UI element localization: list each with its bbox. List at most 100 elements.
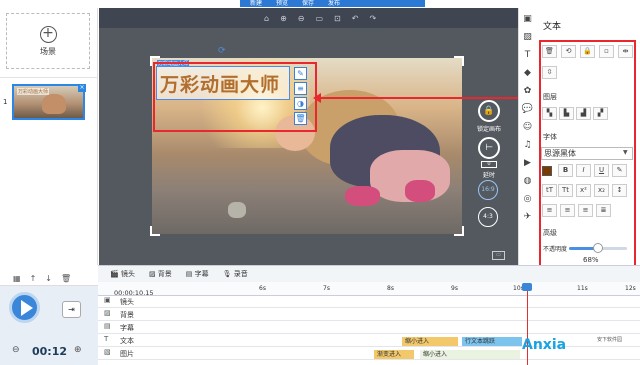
- undo-icon[interactable]: ↶: [352, 14, 359, 23]
- girl-shoe: [405, 180, 435, 202]
- play-icon: [21, 300, 33, 316]
- move-down-icon[interactable]: ↓: [45, 274, 52, 283]
- align-right-icon[interactable]: ≡: [578, 204, 593, 217]
- text-color-swatch[interactable]: [542, 166, 552, 176]
- delete-scene-icon[interactable]: 🗑: [61, 274, 71, 283]
- font-size-down-icon[interactable]: Tt: [558, 184, 573, 197]
- timeline-ruler[interactable]: [98, 282, 640, 296]
- animation-icon[interactable]: ◑: [294, 97, 307, 110]
- new-button[interactable]: 新建: [250, 0, 262, 7]
- video-icon[interactable]: ▶: [524, 158, 531, 169]
- plus-icon: +: [39, 25, 57, 43]
- tab-subtitle[interactable]: ▤ 字幕: [186, 269, 209, 279]
- align-center-icon[interactable]: ≡: [560, 204, 575, 217]
- font-select[interactable]: 思源黑体: [541, 147, 633, 160]
- delay-icon[interactable]: ⊢: [478, 137, 500, 159]
- screen-icon[interactable]: ▭: [492, 251, 505, 260]
- superscript-icon[interactable]: x²: [576, 184, 591, 197]
- send-back-icon[interactable]: ▞: [593, 107, 608, 120]
- canvas-corner: [454, 56, 464, 66]
- tab-recording[interactable]: 🎙 录音: [223, 269, 248, 279]
- ratio-4-3-button[interactable]: 4:3: [478, 207, 498, 227]
- align-icon[interactable]: ≡: [294, 82, 307, 95]
- playhead-handle[interactable]: [522, 283, 532, 291]
- ruler-tick: 8s: [387, 285, 394, 292]
- top-toolbar: 新建 预览 保存 发布: [240, 0, 425, 7]
- copy-scene-icon[interactable]: ▦: [13, 274, 21, 283]
- bubble-icon[interactable]: 💬: [522, 104, 533, 115]
- align-justify-icon[interactable]: ≣: [596, 204, 611, 217]
- animation-bar[interactable]: 行文本跳跃: [462, 337, 522, 346]
- save-button[interactable]: 保存: [302, 0, 314, 7]
- edit-icon[interactable]: ✎: [294, 67, 307, 80]
- lock-icon[interactable]: 🔒: [478, 100, 500, 122]
- bring-forward-icon[interactable]: ▙: [559, 107, 574, 120]
- export-icon[interactable]: ⇥: [62, 301, 81, 318]
- bold-icon[interactable]: B: [558, 164, 573, 177]
- publish-button[interactable]: 发布: [328, 0, 340, 7]
- animation-bar[interactable]: 缩小进入: [420, 350, 520, 359]
- image-icon[interactable]: ▨: [523, 32, 532, 43]
- animation-bar[interactable]: 渐变进入: [374, 350, 414, 359]
- animation-bar[interactable]: 缩小进入: [402, 337, 458, 346]
- zoom-out-icon[interactable]: ⊖: [298, 14, 305, 23]
- track-row[interactable]: ▨ 背景: [98, 309, 640, 321]
- toy-rabbit: [228, 202, 246, 218]
- preview-button[interactable]: 预览: [276, 0, 288, 7]
- delay-value[interactable]: 0: [481, 161, 497, 168]
- send-backward-icon[interactable]: ▟: [576, 107, 591, 120]
- close-icon[interactable]: ×: [78, 84, 86, 92]
- spacing-icon[interactable]: ↕: [612, 184, 627, 197]
- align-left-icon[interactable]: ≡: [542, 204, 557, 217]
- compass-icon[interactable]: ◎: [524, 194, 532, 205]
- home-icon[interactable]: ⌂: [264, 14, 269, 23]
- flip-horizontal-icon[interactable]: ⇹: [618, 45, 633, 58]
- scene-toolbar: ▦ ↑ ↓ 🗑: [0, 271, 98, 286]
- text-icon: T: [104, 335, 109, 343]
- brush-icon[interactable]: ✎: [612, 164, 627, 177]
- underline-icon[interactable]: U: [594, 164, 609, 177]
- effects-icon[interactable]: ◍: [524, 176, 532, 187]
- opacity-slider-handle[interactable]: [593, 243, 603, 253]
- thumbnail-figure: [42, 94, 66, 114]
- music-icon[interactable]: ♫: [523, 140, 531, 151]
- advanced-label: 高级: [543, 229, 557, 237]
- ratio-16-9-button[interactable]: 16:9: [478, 180, 498, 200]
- track-row[interactable]: ▤ 字幕: [98, 322, 640, 334]
- shape-icon[interactable]: ◆: [524, 68, 531, 79]
- scene-icon[interactable]: ▣: [523, 14, 532, 25]
- flip-vertical-icon[interactable]: ⇳: [542, 66, 557, 79]
- font-size-up-icon[interactable]: tT: [542, 184, 557, 197]
- add-scene-button[interactable]: + 场景: [6, 13, 90, 69]
- delete-icon[interactable]: 🗑: [294, 112, 307, 125]
- stage-toolbar: ⌂ ⊕ ⊖ ▭ ⊡ ↶ ↷: [99, 8, 518, 28]
- rotate-icon[interactable]: ⟲: [561, 45, 576, 58]
- move-up-icon[interactable]: ↑: [30, 274, 37, 283]
- lock-icon[interactable]: 🔒: [580, 45, 595, 58]
- italic-icon[interactable]: I: [576, 164, 591, 177]
- group-icon[interactable]: ▫: [599, 45, 614, 58]
- rotate-icon[interactable]: ⟳: [218, 46, 226, 56]
- lock-canvas-label: 锁定画布: [476, 126, 501, 133]
- text-icon[interactable]: T: [525, 50, 531, 61]
- thumbnail-title: 万彩动画大师: [17, 88, 50, 95]
- subscript-icon[interactable]: x₂: [594, 184, 609, 197]
- zoom-in-time-icon[interactable]: ⊕: [74, 345, 82, 355]
- tab-camera[interactable]: 🎬 镜头: [110, 269, 135, 279]
- tab-background[interactable]: ▨ 背景: [149, 269, 172, 279]
- timeline-tabs: 🎬 镜头 ▨ 背景 ▤ 字幕 🎙 录音: [98, 265, 640, 282]
- zoom-in-icon[interactable]: ⊕: [280, 14, 287, 23]
- role-icon[interactable]: ☺: [523, 122, 532, 133]
- delete-icon[interactable]: 🗑: [542, 45, 557, 58]
- frame-icon[interactable]: ▭: [315, 14, 323, 23]
- svg-icon[interactable]: ✿: [524, 86, 532, 97]
- track-label: 背景: [120, 311, 134, 319]
- scene-thumbnail[interactable]: 万彩动画大师: [12, 84, 85, 120]
- plane-icon[interactable]: ✈: [524, 212, 532, 223]
- redo-icon[interactable]: ↷: [369, 14, 376, 23]
- fit-icon[interactable]: ⊡: [334, 14, 341, 23]
- bring-front-icon[interactable]: ▚: [542, 107, 557, 120]
- track-row[interactable]: ▣ 镜头: [98, 296, 640, 308]
- chevron-down-icon: ▼: [623, 149, 628, 156]
- zoom-out-time-icon[interactable]: ⊖: [12, 345, 20, 355]
